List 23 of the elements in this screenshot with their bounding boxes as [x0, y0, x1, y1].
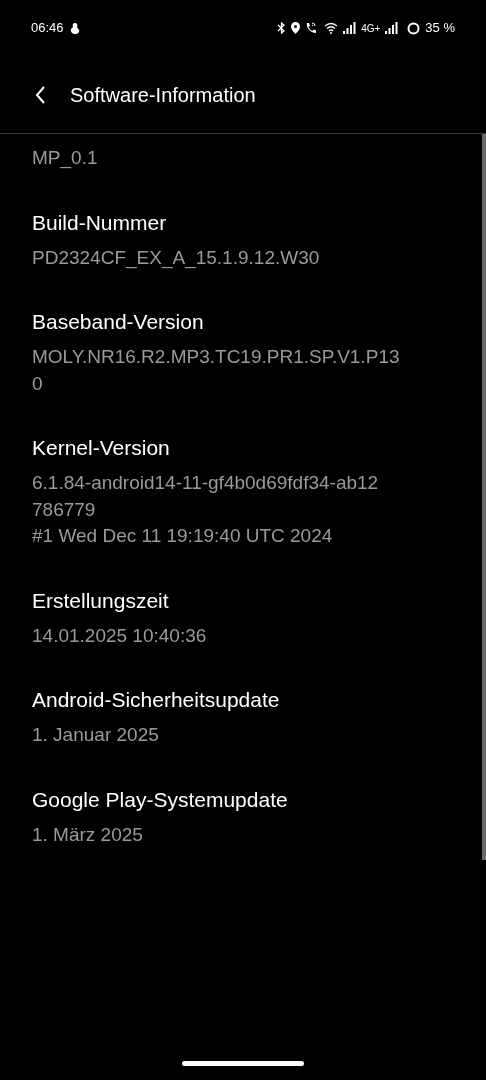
status-time: 06:46 — [31, 19, 64, 38]
setting-value: 1. März 2025 — [32, 822, 144, 847]
setting-title: Build-Nummer — [32, 209, 168, 236]
bluetooth-icon — [277, 22, 287, 34]
wifi-icon — [324, 22, 339, 34]
setting-value: PD2324CF_EX_A_15.1.9.12.W30 — [32, 245, 321, 271]
setting-value: 14.01.2025 10:40:36 — [32, 623, 208, 648]
setting-value: 6.1.84-android14-11-gf4b0d69fdf34-ab12 786779 #1 Wed Dec 11 19:19:40 UTC 2024 — [32, 471, 380, 548]
page-title: Software-Information — [70, 82, 256, 108]
setting-title: Kernel-Version — [32, 435, 171, 461]
setting-title: Baseband-Version — [32, 309, 205, 335]
signal-icon — [343, 22, 357, 34]
network-type: 4G+ — [361, 21, 381, 36]
setting-title: Google Play-Systemupdate — [32, 786, 289, 813]
battery-percent: 35 % — [425, 19, 455, 38]
location-icon — [291, 22, 301, 34]
battery-icon — [407, 21, 421, 35]
setting-title: Android-Sicherheitsupdate — [32, 687, 281, 713]
setting-value: MP_0.1 — [32, 146, 99, 171]
signal-icon — [385, 22, 399, 34]
setting-value: MOLY.NR16.R2.MP3.TC19.PR1.SP.V1.P13 0 — [32, 345, 401, 396]
setting-title: Erstellungszeit — [32, 587, 170, 614]
setting-value: 1. Januar 2025 — [32, 723, 160, 747]
